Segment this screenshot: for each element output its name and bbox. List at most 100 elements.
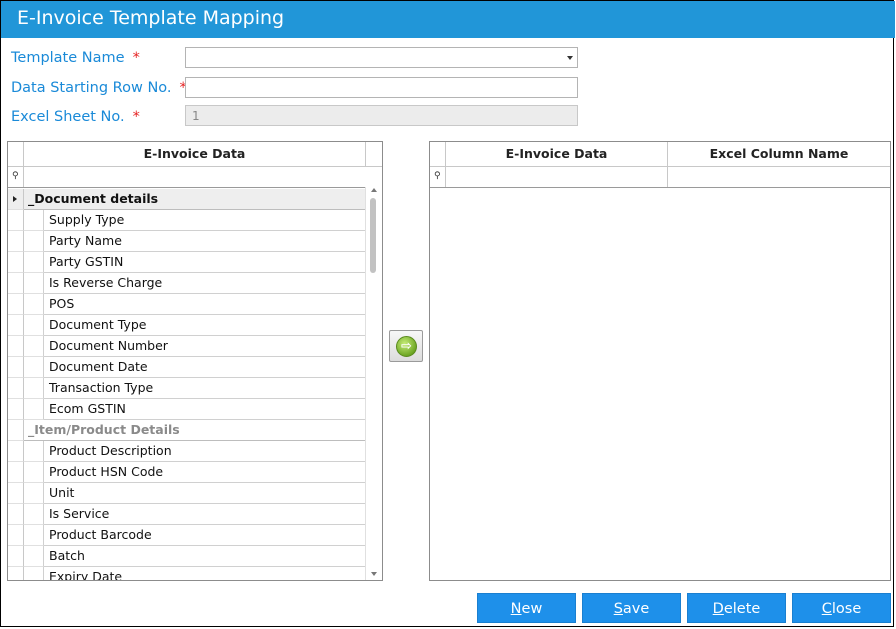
new-button-label: ew [521,601,543,617]
list-item-label: Is Reverse Charge [44,273,366,294]
row-indicator[interactable] [8,546,24,567]
list-item[interactable]: Product Description [8,441,366,462]
row-indicator[interactable] [8,210,24,231]
row-indicator[interactable] [8,189,24,210]
required-asterisk: * [132,109,140,125]
column-header-e-invoice-data[interactable]: E-Invoice Data [446,142,668,166]
list-item[interactable]: Unit [8,483,366,504]
grid-header: E-Invoice Data [8,142,382,167]
list-item-label: Document Type [44,315,366,336]
list-item[interactable]: Batch [8,546,366,567]
row-indicator[interactable] [8,567,24,580]
row-indicator[interactable] [8,441,24,462]
filter-excel-column-name[interactable] [668,166,890,187]
close-button[interactable]: Close [792,593,891,623]
list-item[interactable]: Document Type [8,315,366,336]
row-indicator[interactable] [8,483,24,504]
row-indicator[interactable] [8,315,24,336]
list-item[interactable]: Is Service [8,504,366,525]
column-header-excel-column-name[interactable]: Excel Column Name [668,142,890,166]
list-item-label: Expiry Date [44,567,366,580]
pin-icon: ⚲ [12,171,19,181]
excel-sheet-no-input[interactable]: 1 [185,105,578,126]
list-item[interactable]: Supply Type [8,210,366,231]
e-invoice-data-grid: E-Invoice Data ⚲ _Document details Supply… [7,141,383,581]
row-indent [24,336,44,357]
list-item[interactable]: Is Reverse Charge [8,273,366,294]
list-item-label: Product HSN Code [44,462,366,483]
new-button[interactable]: New [477,593,576,623]
title-bar: E-Invoice Template Mapping [1,1,895,38]
list-item-label: Batch [44,546,366,567]
list-item-label: Party Name [44,231,366,252]
scroll-up-arrow-icon[interactable] [371,188,377,192]
delete-button[interactable]: Delete [687,593,786,623]
new-button-mnemonic: N [510,601,522,617]
list-item[interactable]: Transaction Type [8,378,366,399]
save-button[interactable]: Save [582,593,681,623]
list-item-label: Product Description [44,441,366,462]
window-title: E-Invoice Template Mapping [17,7,285,29]
row-indicator[interactable] [8,504,24,525]
row-indent [24,294,44,315]
excel-sheet-no-value: 1 [192,109,200,123]
required-asterisk: * [132,50,140,66]
list-item[interactable]: Party GSTIN [8,252,366,273]
list-item-label: Document Number [44,336,366,357]
list-item-label: Unit [44,483,366,504]
list-item[interactable]: Ecom GSTIN [8,399,366,420]
list-item[interactable]: Party Name [8,231,366,252]
group-label: _Item/Product Details [24,420,366,441]
excel-sheet-no-label-text: Excel Sheet No. [11,109,125,125]
row-indicator[interactable] [8,252,24,273]
row-indent [24,546,44,567]
row-indent [24,210,44,231]
row-indicator[interactable] [8,399,24,420]
list-item-label: Is Service [44,504,366,525]
group-row[interactable]: _Item/Product Details [8,420,366,441]
row-indicator[interactable] [8,378,24,399]
filter-pin: ⚲ [8,166,24,187]
column-header-e-invoice-data[interactable]: E-Invoice Data [24,142,366,166]
dropdown-arrow-icon[interactable] [567,56,573,60]
row-indicator[interactable] [8,357,24,378]
filter-e-invoice-data[interactable] [446,166,668,187]
row-indent [24,273,44,294]
row-indicator[interactable] [8,336,24,357]
row-indent [24,483,44,504]
data-starting-row-input[interactable] [185,77,578,98]
row-indent [24,231,44,252]
group-row[interactable]: _Document details [8,189,366,210]
filter-input[interactable] [24,166,382,187]
list-item[interactable]: Product Barcode [8,525,366,546]
list-item[interactable]: Document Date [8,357,366,378]
mapping-grid-header: E-Invoice Data Excel Column Name [430,142,890,167]
template-name-dropdown[interactable] [185,47,578,68]
row-indicator[interactable] [8,231,24,252]
list-item[interactable]: Document Number [8,336,366,357]
row-indicator[interactable] [8,273,24,294]
data-starting-row-label: Data Starting Row No. * [11,80,187,96]
right-arrow-icon: ⇨ [396,336,417,357]
row-indicator[interactable] [8,420,24,441]
scrollbar-thumb[interactable] [370,198,376,273]
row-indicator[interactable] [8,294,24,315]
row-indent [24,567,44,580]
add-mapping-button[interactable]: ⇨ [389,330,423,362]
excel-sheet-no-label: Excel Sheet No. * [11,109,140,125]
list-item[interactable]: POS [8,294,366,315]
row-indent [24,315,44,336]
row-indicator[interactable] [8,525,24,546]
list-item-label: POS [44,294,366,315]
vertical-scrollbar[interactable] [365,187,382,580]
list-item[interactable]: Expiry Date [8,567,366,580]
list-item-label: Transaction Type [44,378,366,399]
save-button-label: ave [622,601,650,617]
row-indent [24,462,44,483]
row-indicator[interactable] [8,462,24,483]
row-indent [24,504,44,525]
data-starting-row-label-text: Data Starting Row No. [11,80,172,96]
list-item[interactable]: Product HSN Code [8,462,366,483]
scroll-down-arrow-icon[interactable] [371,572,377,576]
close-button-label: lose [831,601,862,617]
